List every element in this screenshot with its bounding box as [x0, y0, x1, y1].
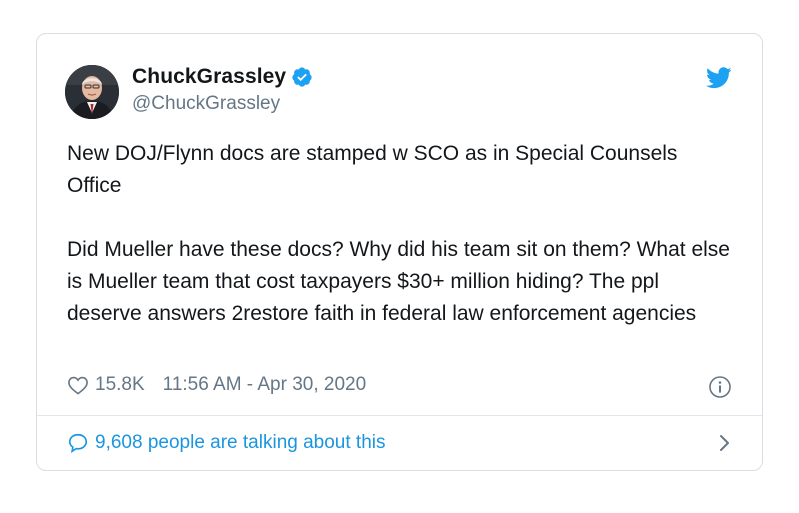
- talking-count-text[interactable]: 9,608 people are talking about this: [95, 432, 386, 454]
- avatar[interactable]: [65, 65, 119, 119]
- like-count[interactable]: 15.8K: [95, 374, 145, 396]
- tweet-paragraph-2: Did Mueller have these docs? Why did his…: [67, 238, 730, 325]
- speech-bubble-icon: [68, 433, 88, 453]
- twitter-bird-icon[interactable]: [706, 67, 732, 89]
- chevron-right-icon[interactable]: [718, 434, 732, 452]
- heart-icon[interactable]: [67, 375, 89, 395]
- author-name-row[interactable]: ChuckGrassley: [132, 65, 313, 89]
- tweet-text: New DOJ/Flynn docs are stamped w SCO as …: [67, 138, 737, 330]
- tweet-card: ChuckGrassley @ChuckGrassley New DOJ/Fly…: [36, 33, 763, 471]
- divider: [37, 415, 762, 416]
- author-handle[interactable]: @ChuckGrassley: [132, 93, 280, 115]
- conversation-link[interactable]: 9,608 people are talking about this: [67, 426, 734, 460]
- tweet-paragraph-1: New DOJ/Flynn docs are stamped w SCO as …: [67, 142, 678, 197]
- timestamp[interactable]: 11:56 AM - Apr 30, 2020: [163, 374, 367, 396]
- verified-badge-icon: [292, 67, 312, 87]
- info-icon[interactable]: [708, 375, 732, 399]
- tweet-meta: 15.8K 11:56 AM - Apr 30, 2020: [67, 374, 366, 396]
- display-name[interactable]: ChuckGrassley: [132, 65, 286, 89]
